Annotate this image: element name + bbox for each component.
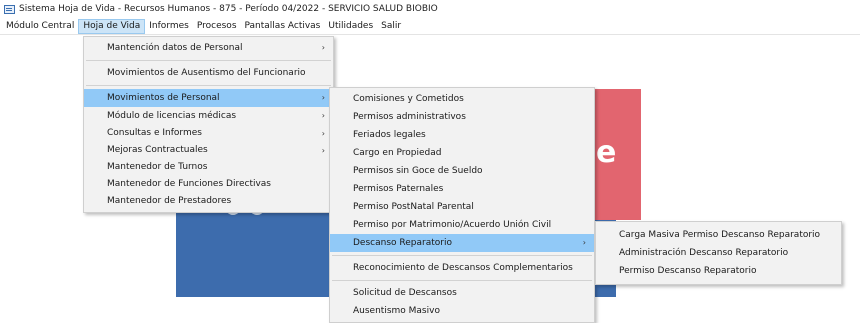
menu-item-mantenedor-turnos[interactable]: Mantenedor de Turnos — [84, 159, 333, 176]
menu-item-descanso-reparatorio[interactable]: Descanso Reparatorio › — [330, 234, 594, 252]
menu-item-label: Comisiones y Cometidos — [353, 94, 464, 104]
menu-item-label: Mantenedor de Funciones Directivas — [107, 179, 271, 189]
menu-item-carga-masiva[interactable]: Carga Masiva Permiso Descanso Reparatori… — [596, 226, 841, 244]
chevron-right-icon: › — [321, 146, 325, 155]
menu-item-administracion-descanso[interactable]: Administración Descanso Reparatorio — [596, 244, 841, 262]
menu-item-reconocimiento-descansos[interactable]: Reconocimiento de Descansos Complementar… — [330, 259, 594, 277]
menu-procesos[interactable]: Procesos — [193, 19, 241, 34]
menu-item-ausentismo-masivo[interactable]: Ausentismo Masivo — [330, 302, 594, 320]
menu-item-permiso-descanso[interactable]: Permiso Descanso Reparatorio — [596, 262, 841, 280]
menu-item-permisos-sin-goce[interactable]: Permisos sin Goce de Sueldo — [330, 162, 594, 180]
menu-separator — [332, 280, 592, 281]
menu-item-mantenedor-prestadores[interactable]: Mantenedor de Prestadores — [84, 193, 333, 210]
menu-item-label: Administración Descanso Reparatorio — [619, 248, 789, 258]
menu-item-comisiones-cometidos[interactable]: Comisiones y Cometidos — [330, 90, 594, 108]
menu-item-cargo-propiedad[interactable]: Cargo en Propiedad — [330, 144, 594, 162]
menu-item-label: Ausentismo Masivo — [353, 306, 440, 316]
chevron-right-icon: › — [582, 238, 586, 247]
menu-item-licencias-medicas[interactable]: Módulo de licencias médicas › — [84, 107, 333, 125]
menu-item-label: Reconocimiento de Descansos Complementar… — [353, 263, 573, 273]
menu-item-label: Permiso por Matrimonio/Acuerdo Unión Civ… — [353, 220, 552, 230]
background-letter: e — [596, 135, 617, 170]
menu-separator — [332, 255, 592, 256]
menu-item-label: Mantenedor de Turnos — [107, 162, 208, 172]
menu-item-feriados-legales[interactable]: Feriados legales — [330, 126, 594, 144]
menu-pantallas-activas[interactable]: Pantallas Activas — [241, 19, 325, 34]
chevron-right-icon: › — [321, 111, 325, 120]
chevron-right-icon: › — [321, 93, 325, 102]
menu-hoja-de-vida-dropdown: Mantención datos de Personal › Movimient… — [83, 36, 334, 213]
menu-item-label: Mantenedor de Prestadores — [107, 196, 232, 206]
menu-item-permiso-postnatal[interactable]: Permiso PostNatal Parental — [330, 198, 594, 216]
menu-modulo-central[interactable]: Módulo Central — [2, 19, 78, 34]
menu-item-mantenedor-funciones-directivas[interactable]: Mantenedor de Funciones Directivas — [84, 176, 333, 193]
menu-item-permisos-administrativos[interactable]: Permisos administrativos — [330, 108, 594, 126]
menu-item-mantencion-datos-personal[interactable]: Mantención datos de Personal › — [84, 39, 333, 57]
menu-item-movimientos-ausentismo[interactable]: Movimientos de Ausentismo del Funcionari… — [84, 64, 333, 82]
menu-item-label: Permiso PostNatal Parental — [353, 202, 474, 212]
menu-item-label: Permisos sin Goce de Sueldo — [353, 166, 483, 176]
menu-item-label: Permiso Descanso Reparatorio — [619, 266, 757, 276]
menu-item-label: Módulo de licencias médicas — [107, 111, 237, 121]
window-title: Sistema Hoja de Vida - Recursos Humanos … — [19, 4, 438, 14]
menu-descanso-reparatorio-dropdown: Carga Masiva Permiso Descanso Reparatori… — [595, 221, 842, 285]
menu-item-permisos-paternales[interactable]: Permisos Paternales — [330, 180, 594, 198]
title-bar: Sistema Hoja de Vida - Recursos Humanos … — [0, 0, 860, 18]
menu-item-label: Movimientos de Personal — [107, 93, 220, 103]
menu-separator — [86, 85, 331, 86]
chevron-right-icon: › — [321, 43, 325, 52]
menu-item-label: Consultas e Informes — [107, 128, 202, 138]
menu-movimientos-personal-dropdown: Comisiones y Cometidos Permisos administ… — [329, 87, 595, 323]
menu-item-label: Permisos administrativos — [353, 112, 466, 122]
app-icon — [4, 4, 15, 14]
menu-item-label: Carga Masiva Permiso Descanso Reparatori… — [619, 230, 821, 240]
menu-bar: Módulo Central Hoja de Vida Informes Pro… — [0, 18, 860, 35]
menu-item-consultas-informes[interactable]: Consultas e Informes › — [84, 125, 333, 142]
menu-item-label: Movimientos de Ausentismo del Funcionari… — [107, 68, 306, 78]
menu-item-label: Mantención datos de Personal — [107, 43, 243, 53]
menu-separator — [86, 60, 331, 61]
menu-informes[interactable]: Informes — [145, 19, 193, 34]
menu-item-label: Permisos Paternales — [353, 184, 444, 194]
menu-salir[interactable]: Salir — [377, 19, 405, 34]
menu-hoja-de-vida[interactable]: Hoja de Vida — [78, 18, 146, 34]
menu-item-label: Mejoras Contractuales — [107, 145, 208, 155]
menu-item-movimientos-personal[interactable]: Movimientos de Personal › — [84, 89, 333, 107]
chevron-right-icon: › — [321, 129, 325, 138]
menu-item-solicitud-descansos[interactable]: Solicitud de Descansos — [330, 284, 594, 302]
menu-item-label: Cargo en Propiedad — [353, 148, 442, 158]
menu-item-label: Descanso Reparatorio — [353, 238, 452, 248]
menu-item-permiso-matrimonio[interactable]: Permiso por Matrimonio/Acuerdo Unión Civ… — [330, 216, 594, 234]
menu-item-mejoras-contractuales[interactable]: Mejoras Contractuales › — [84, 142, 333, 159]
menu-item-label: Feriados legales — [353, 130, 426, 140]
menu-utilidades[interactable]: Utilidades — [324, 19, 377, 34]
